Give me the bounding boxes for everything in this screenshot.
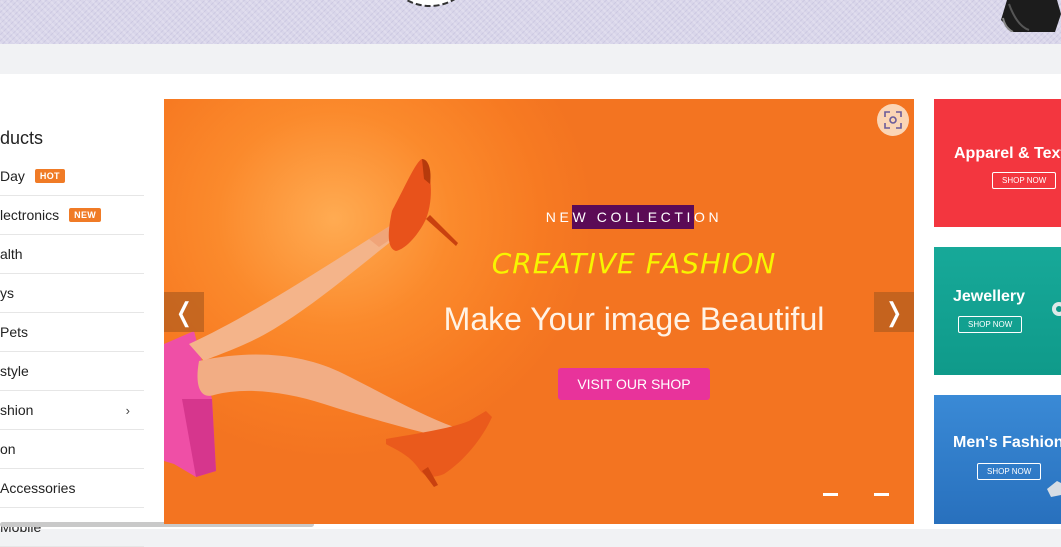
sidebar-item[interactable]: Pets <box>0 313 144 352</box>
visit-shop-button[interactable]: VISIT OUR SHOP <box>558 368 710 400</box>
slider-prev-button[interactable]: ❬ <box>164 292 204 332</box>
top-banner[interactable] <box>0 0 1061 44</box>
chevron-left-icon: ❬ <box>173 296 195 327</box>
promo-mens-title: Men's Fashion <box>953 434 1061 451</box>
sidebar-item-label: lectronics <box>0 207 60 223</box>
tagline-start: NE <box>545 209 573 225</box>
shoe-image-icon <box>1047 481 1061 497</box>
sidebar-item-label: alth <box>0 246 23 262</box>
hero-slider: NEW COLLECTION CREATIVE FASHION Make You… <box>164 99 914 524</box>
sidebar-item-label: Day <box>0 168 25 184</box>
promo-jewellery-shop-button[interactable]: SHOP NOW <box>958 316 1023 333</box>
scan-icon <box>884 111 902 129</box>
sidebar-item[interactable]: Day HOT <box>0 157 144 196</box>
sidebar-item[interactable]: alth <box>0 235 144 274</box>
chevron-right-icon: ❭ <box>883 296 905 327</box>
jewellery-image-icon <box>1052 302 1061 316</box>
sidebar-item[interactable]: Mobile <box>0 508 144 547</box>
visual-search-button[interactable] <box>877 104 909 136</box>
sidebar-item-label: ys <box>0 285 14 301</box>
sidebar-item[interactable]: on <box>0 430 144 469</box>
chevron-right-icon: › <box>125 402 130 418</box>
promo-mens-shop-button[interactable]: SHOP NOW <box>977 463 1042 480</box>
slider-next-button[interactable]: ❭ <box>874 292 914 332</box>
sidebar-item[interactable]: Accessories <box>0 469 144 508</box>
promo-apparel-title: Apparel & Textile <box>954 145 1061 162</box>
tagline-end: ON <box>694 209 723 225</box>
promo-apparel-shop-button[interactable]: SHOP NOW <box>992 172 1057 189</box>
categories-heading: ducts <box>0 128 44 148</box>
new-badge: NEW <box>69 208 102 222</box>
hero-headline: CREATIVE FASHION <box>491 247 777 280</box>
badge-emblem-icon <box>404 0 456 7</box>
promo-jewellery-title: Jewellery <box>953 288 1026 305</box>
promo-jewellery[interactable]: Jewellery SHOP NOW <box>934 247 1061 375</box>
tagline-highlight: W COLLECTI <box>572 205 695 229</box>
hot-badge: HOT <box>34 169 65 183</box>
sidebar-item-label: shion <box>0 402 34 418</box>
handbag-icon <box>1001 0 1061 32</box>
sidebar-item-label: Pets <box>0 324 29 340</box>
spacer-strip <box>0 44 1061 74</box>
slide-indicator-2[interactable] <box>874 493 889 496</box>
sidebar-item-label: on <box>0 441 16 457</box>
promo-mens-fashion[interactable]: Men's Fashion SHOP NOW <box>934 395 1061 524</box>
new-collection-tagline: NEW COLLECTION <box>164 205 914 229</box>
sidebar-item-label: Accessories <box>0 480 76 496</box>
sidebar-item[interactable]: style <box>0 352 144 391</box>
sidebar-item[interactable]: lectronics NEW <box>0 196 144 235</box>
sidebar-item[interactable]: ys <box>0 274 144 313</box>
sidebar-item[interactable]: shion › <box>0 391 144 430</box>
promo-apparel[interactable]: Apparel & Textile SHOP NOW <box>934 99 1061 227</box>
sidebar-item-label: style <box>0 363 29 379</box>
hero-subheadline: Make Your image Beautiful <box>443 301 825 337</box>
slide-indicator-1[interactable] <box>823 493 838 496</box>
